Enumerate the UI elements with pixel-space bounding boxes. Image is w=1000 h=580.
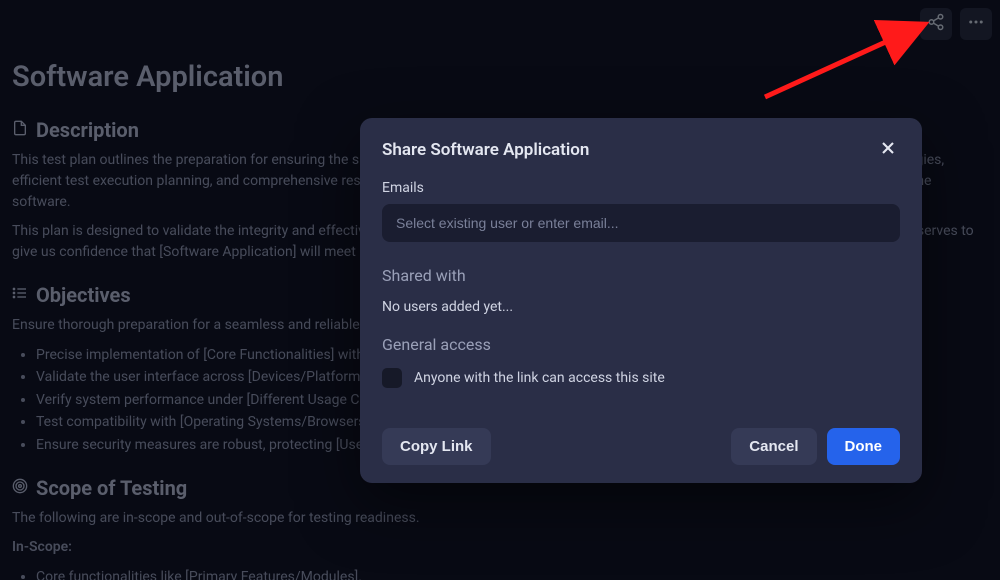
close-button[interactable] (876, 138, 900, 162)
email-input[interactable] (382, 204, 900, 242)
cancel-button[interactable]: Cancel (731, 428, 816, 465)
link-access-label: Anyone with the link can access this sit… (414, 370, 665, 386)
copy-link-button[interactable]: Copy Link (382, 428, 491, 465)
emails-label: Emails (382, 180, 900, 196)
done-button[interactable]: Done (827, 428, 901, 465)
modal-title: Share Software Application (382, 140, 589, 160)
shared-with-heading: Shared with (382, 266, 900, 285)
share-modal: Share Software Application Emails Shared… (360, 118, 922, 483)
close-icon (878, 138, 898, 162)
link-access-checkbox[interactable] (382, 368, 402, 388)
no-users-message: No users added yet... (382, 299, 900, 315)
general-access-heading: General access (382, 335, 900, 354)
